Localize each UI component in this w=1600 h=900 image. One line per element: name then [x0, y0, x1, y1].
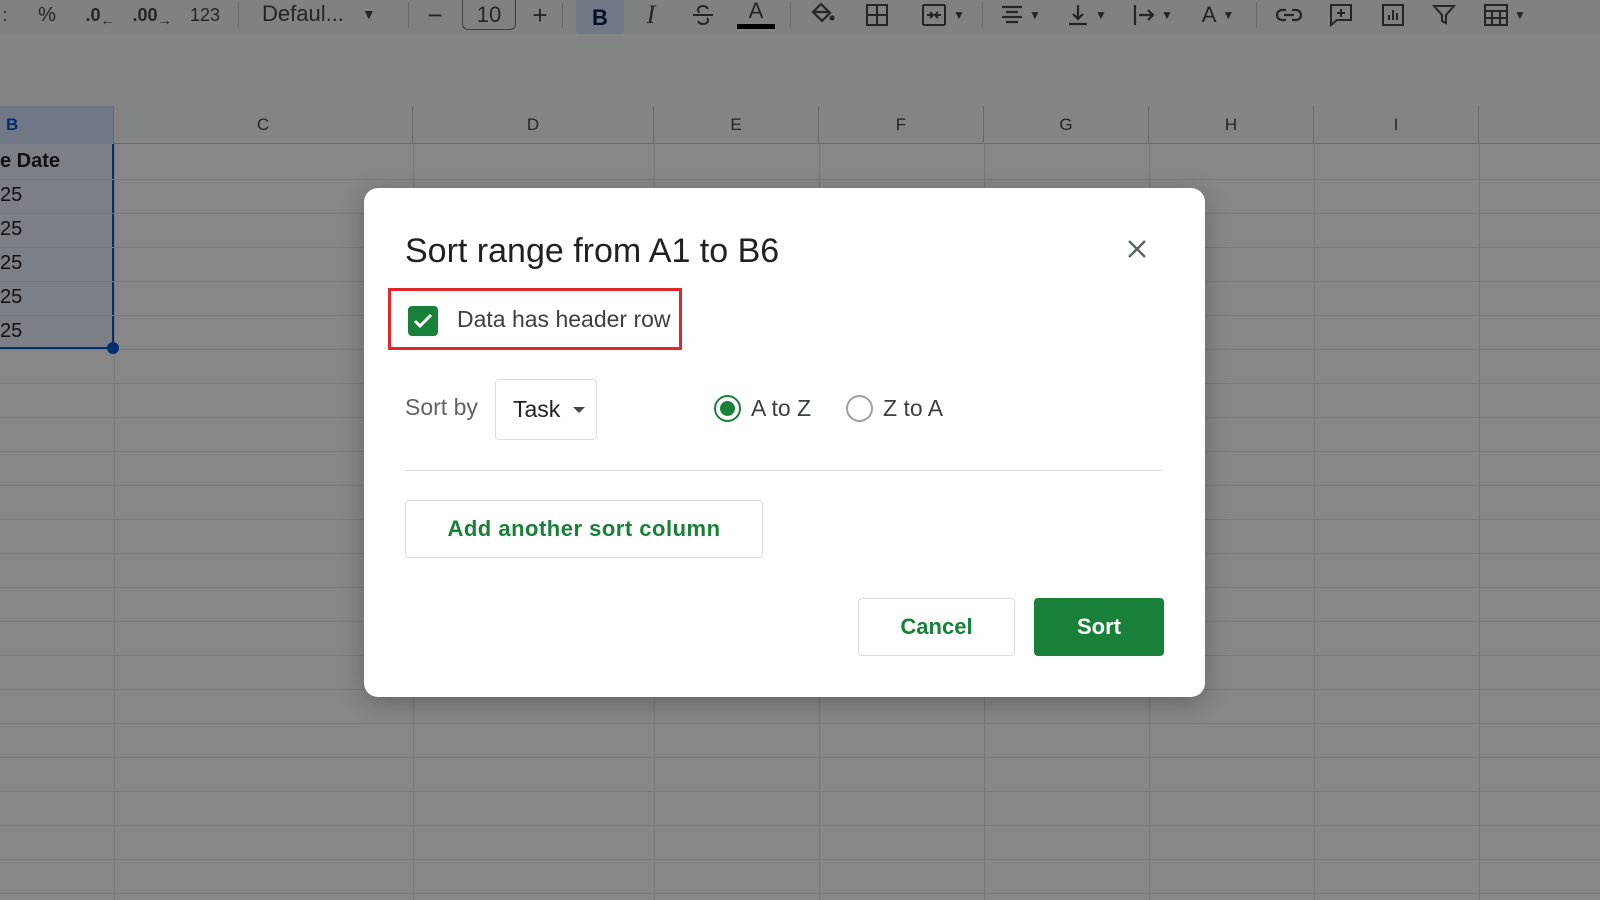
- sort-by-label: Sort by: [405, 394, 478, 420]
- close-button[interactable]: [1124, 236, 1150, 262]
- dialog-divider: [405, 470, 1162, 471]
- sort-by-select[interactable]: Task: [495, 379, 597, 440]
- dialog-title: Sort range from A1 to B6: [405, 232, 780, 270]
- radio-a-to-z[interactable]: [714, 395, 741, 422]
- radio-a-to-z-label[interactable]: A to Z: [751, 395, 811, 422]
- checkmark-icon: [413, 313, 433, 329]
- radio-z-to-a[interactable]: [846, 395, 873, 422]
- cancel-button[interactable]: Cancel: [858, 598, 1015, 656]
- header-row-checkbox[interactable]: [408, 306, 438, 336]
- sort-by-value: Task: [513, 396, 561, 422]
- close-icon: [1128, 240, 1146, 258]
- header-row-label: Data has header row: [457, 306, 671, 332]
- sort-range-dialog: Sort range from A1 to B6 Data has header…: [364, 188, 1205, 697]
- radio-z-to-a-label[interactable]: Z to A: [883, 395, 943, 422]
- sort-button[interactable]: Sort: [1034, 598, 1164, 656]
- header-row-highlight: Data has header row: [388, 288, 682, 350]
- add-sort-column-button[interactable]: Add another sort column: [405, 500, 763, 558]
- chevron-down-icon: [573, 407, 585, 413]
